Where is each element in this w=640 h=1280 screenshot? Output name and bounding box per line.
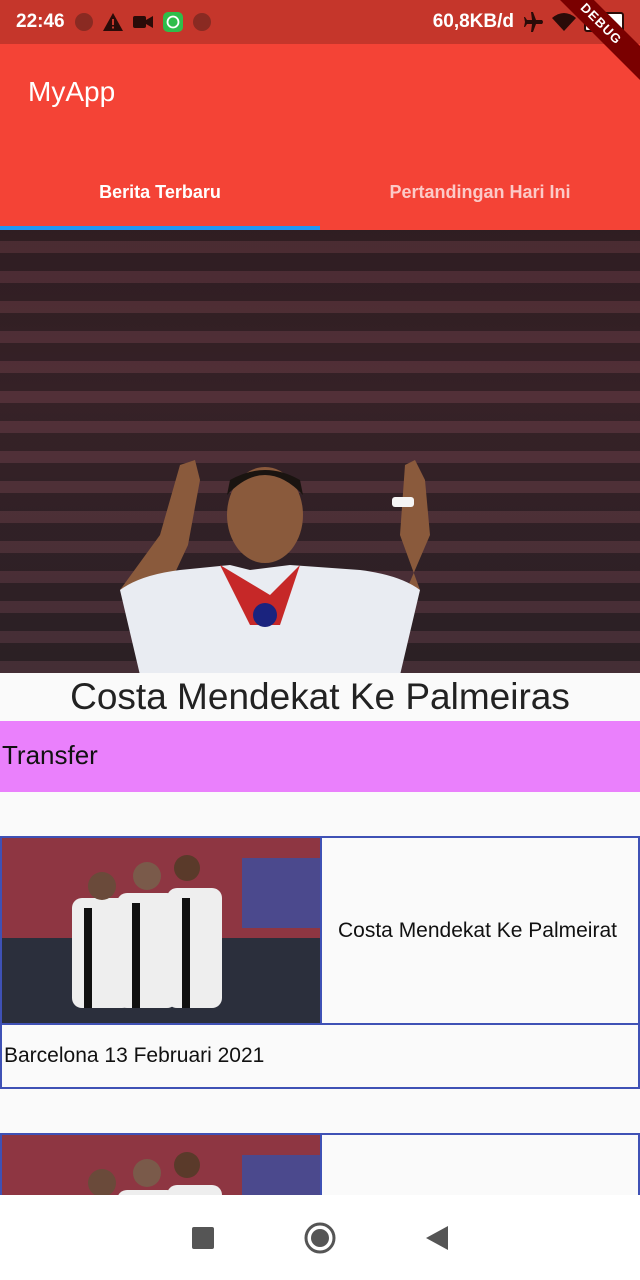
airplane-icon (524, 12, 543, 32)
news-title[interactable] (320, 1135, 638, 1195)
notification-icon (192, 13, 211, 31)
news-feed[interactable]: Costa Mendekat Ke Palmeiras Transfer Cos… (0, 230, 640, 1195)
news-title[interactable]: Costa Mendekat Ke Palmeirat (320, 838, 638, 1023)
tab-bar: Berita Terbaru Pertandingan Hari Ini (0, 154, 640, 230)
video-camera-icon (132, 16, 153, 28)
tab-pertandingan-hari-ini[interactable]: Pertandingan Hari Ini (320, 154, 640, 230)
news-thumbnail (2, 1135, 320, 1195)
tab-berita-terbaru[interactable]: Berita Terbaru (0, 154, 320, 230)
wifi-icon (552, 13, 576, 31)
news-thumbnail (2, 838, 320, 1023)
home-button-icon[interactable] (304, 1222, 336, 1254)
category-banner: Transfer (0, 721, 640, 792)
featured-headline[interactable]: Costa Mendekat Ke Palmeiras (0, 673, 640, 721)
warning-icon (102, 13, 123, 31)
system-nav-bar (0, 1195, 640, 1280)
network-speed: 60,8KB/d (432, 11, 514, 32)
status-bar: 22:46 60,8KB/d 91 DEBUG (0, 0, 640, 86)
news-date: Barcelona 13 Februari 2021 (0, 1023, 640, 1089)
notification-icon (74, 13, 93, 31)
back-button-icon[interactable] (426, 1225, 448, 1250)
app-title: MyApp (28, 76, 116, 107)
status-time: 22:46 (16, 11, 65, 32)
player-photo (120, 460, 430, 673)
app-bar: MyApp Berita Terbaru Pertandingan Hari I… (0, 44, 640, 230)
news-card[interactable] (0, 1133, 640, 1195)
featured-image[interactable] (0, 230, 640, 673)
whatsapp-icon (162, 12, 183, 32)
recents-button-icon[interactable] (192, 1226, 214, 1249)
news-card[interactable]: Costa Mendekat Ke Palmeirat Barcelona 13… (0, 836, 640, 1089)
